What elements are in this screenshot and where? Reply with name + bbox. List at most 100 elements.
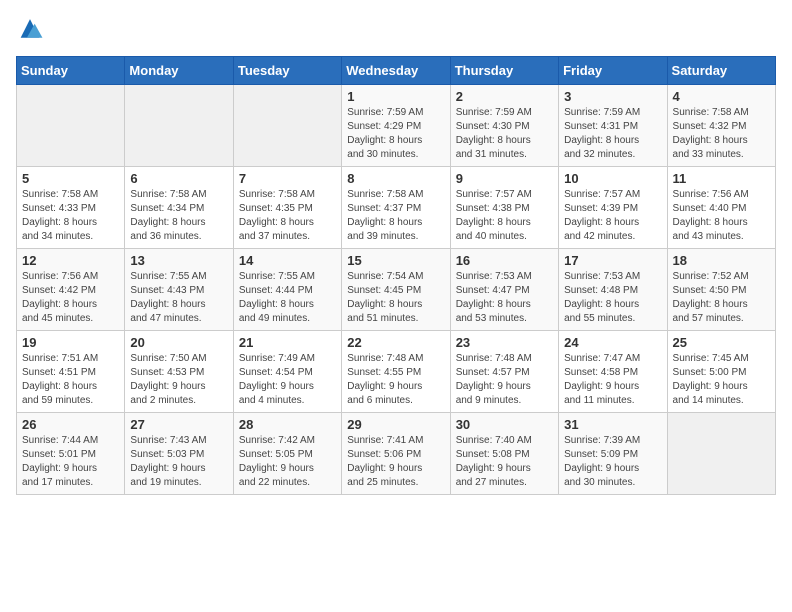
- calendar-cell: 8 Sunrise: 7:58 AM Sunset: 4:37 PM Daylig…: [342, 167, 450, 249]
- day-number: 15: [347, 253, 444, 268]
- day-info: Sunrise: 7:58 AM Sunset: 4:34 PM Dayligh…: [130, 188, 227, 244]
- calendar-cell: 25 Sunrise: 7:45 AM Sunset: 5:00 PM Dayli…: [667, 331, 775, 413]
- calendar-cell: 4 Sunrise: 7:58 AM Sunset: 4:32 PM Daylig…: [667, 85, 775, 167]
- day-info: Sunrise: 7:51 AM Sunset: 4:51 PM Dayligh…: [22, 352, 119, 408]
- day-number: 6: [130, 171, 227, 186]
- week-row-3: 19 Sunrise: 7:51 AM Sunset: 4:51 PM Dayli…: [17, 331, 776, 413]
- day-info: Sunrise: 7:56 AM Sunset: 4:42 PM Dayligh…: [22, 270, 119, 326]
- day-number: 1: [347, 89, 444, 104]
- calendar-cell: 17 Sunrise: 7:53 AM Sunset: 4:48 PM Dayli…: [559, 249, 667, 331]
- day-info: Sunrise: 7:50 AM Sunset: 4:53 PM Dayligh…: [130, 352, 227, 408]
- header-monday: Monday: [125, 57, 233, 85]
- day-info: Sunrise: 7:58 AM Sunset: 4:32 PM Dayligh…: [673, 106, 770, 162]
- day-info: Sunrise: 7:52 AM Sunset: 4:50 PM Dayligh…: [673, 270, 770, 326]
- day-info: Sunrise: 7:58 AM Sunset: 4:37 PM Dayligh…: [347, 188, 444, 244]
- day-info: Sunrise: 7:47 AM Sunset: 4:58 PM Dayligh…: [564, 352, 661, 408]
- day-number: 18: [673, 253, 770, 268]
- day-info: Sunrise: 7:53 AM Sunset: 4:48 PM Dayligh…: [564, 270, 661, 326]
- calendar-cell: [233, 85, 341, 167]
- header-thursday: Thursday: [450, 57, 558, 85]
- day-number: 29: [347, 417, 444, 432]
- calendar-cell: 18 Sunrise: 7:52 AM Sunset: 4:50 PM Dayli…: [667, 249, 775, 331]
- day-number: 13: [130, 253, 227, 268]
- logo-icon: [16, 16, 44, 44]
- calendar-header: SundayMondayTuesdayWednesdayThursdayFrid…: [17, 57, 776, 85]
- header-tuesday: Tuesday: [233, 57, 341, 85]
- calendar-cell: 6 Sunrise: 7:58 AM Sunset: 4:34 PM Daylig…: [125, 167, 233, 249]
- day-info: Sunrise: 7:58 AM Sunset: 4:33 PM Dayligh…: [22, 188, 119, 244]
- day-number: 23: [456, 335, 553, 350]
- day-info: Sunrise: 7:57 AM Sunset: 4:38 PM Dayligh…: [456, 188, 553, 244]
- day-number: 3: [564, 89, 661, 104]
- calendar-cell: [17, 85, 125, 167]
- day-info: Sunrise: 7:44 AM Sunset: 5:01 PM Dayligh…: [22, 434, 119, 490]
- day-number: 9: [456, 171, 553, 186]
- calendar-cell: 9 Sunrise: 7:57 AM Sunset: 4:38 PM Daylig…: [450, 167, 558, 249]
- calendar-cell: 21Sunrise: 7:49 AM Sunset: 4:54 PM Dayli…: [233, 331, 341, 413]
- calendar-cell: 15Sunrise: 7:54 AM Sunset: 4:45 PM Dayli…: [342, 249, 450, 331]
- calendar-cell: 26 Sunrise: 7:44 AM Sunset: 5:01 PM Dayli…: [17, 413, 125, 495]
- calendar-cell: [667, 413, 775, 495]
- calendar-cell: [125, 85, 233, 167]
- day-number: 26: [22, 417, 119, 432]
- day-info: Sunrise: 7:40 AM Sunset: 5:08 PM Dayligh…: [456, 434, 553, 490]
- header-sunday: Sunday: [17, 57, 125, 85]
- calendar-cell: 27 Sunrise: 7:43 AM Sunset: 5:03 PM Dayli…: [125, 413, 233, 495]
- day-info: Sunrise: 7:42 AM Sunset: 5:05 PM Dayligh…: [239, 434, 336, 490]
- day-info: Sunrise: 7:43 AM Sunset: 5:03 PM Dayligh…: [130, 434, 227, 490]
- calendar-cell: 7Sunrise: 7:58 AM Sunset: 4:35 PM Daylig…: [233, 167, 341, 249]
- calendar-cell: 2Sunrise: 7:59 AM Sunset: 4:30 PM Daylig…: [450, 85, 558, 167]
- day-number: 7: [239, 171, 336, 186]
- day-number: 17: [564, 253, 661, 268]
- day-info: Sunrise: 7:59 AM Sunset: 4:31 PM Dayligh…: [564, 106, 661, 162]
- day-number: 27: [130, 417, 227, 432]
- day-number: 30: [456, 417, 553, 432]
- week-row-4: 26 Sunrise: 7:44 AM Sunset: 5:01 PM Dayli…: [17, 413, 776, 495]
- day-number: 19: [22, 335, 119, 350]
- calendar-cell: 10Sunrise: 7:57 AM Sunset: 4:39 PM Dayli…: [559, 167, 667, 249]
- calendar-cell: 31 Sunrise: 7:39 AM Sunset: 5:09 PM Dayli…: [559, 413, 667, 495]
- calendar-cell: 24 Sunrise: 7:47 AM Sunset: 4:58 PM Dayli…: [559, 331, 667, 413]
- calendar-cell: 16 Sunrise: 7:53 AM Sunset: 4:47 PM Dayli…: [450, 249, 558, 331]
- calendar-table: SundayMondayTuesdayWednesdayThursdayFrid…: [16, 56, 776, 495]
- calendar-cell: 19 Sunrise: 7:51 AM Sunset: 4:51 PM Dayli…: [17, 331, 125, 413]
- day-info: Sunrise: 7:56 AM Sunset: 4:40 PM Dayligh…: [673, 188, 770, 244]
- day-info: Sunrise: 7:55 AM Sunset: 4:44 PM Dayligh…: [239, 270, 336, 326]
- calendar-cell: 20 Sunrise: 7:50 AM Sunset: 4:53 PM Dayli…: [125, 331, 233, 413]
- calendar-cell: 5Sunrise: 7:58 AM Sunset: 4:33 PM Daylig…: [17, 167, 125, 249]
- day-info: Sunrise: 7:48 AM Sunset: 4:55 PM Dayligh…: [347, 352, 444, 408]
- day-number: 24: [564, 335, 661, 350]
- day-number: 25: [673, 335, 770, 350]
- day-info: Sunrise: 7:45 AM Sunset: 5:00 PM Dayligh…: [673, 352, 770, 408]
- day-info: Sunrise: 7:49 AM Sunset: 4:54 PM Dayligh…: [239, 352, 336, 408]
- logo: [16, 16, 48, 44]
- day-number: 28: [239, 417, 336, 432]
- day-number: 12: [22, 253, 119, 268]
- calendar-cell: 30 Sunrise: 7:40 AM Sunset: 5:08 PM Dayli…: [450, 413, 558, 495]
- calendar-cell: 13 Sunrise: 7:55 AM Sunset: 4:43 PM Dayli…: [125, 249, 233, 331]
- day-number: 16: [456, 253, 553, 268]
- calendar-cell: 14Sunrise: 7:55 AM Sunset: 4:44 PM Dayli…: [233, 249, 341, 331]
- day-info: Sunrise: 7:55 AM Sunset: 4:43 PM Dayligh…: [130, 270, 227, 326]
- day-number: 22: [347, 335, 444, 350]
- header-row: SundayMondayTuesdayWednesdayThursdayFrid…: [17, 57, 776, 85]
- day-number: 20: [130, 335, 227, 350]
- calendar-cell: 1Sunrise: 7:59 AM Sunset: 4:29 PM Daylig…: [342, 85, 450, 167]
- day-number: 8: [347, 171, 444, 186]
- day-info: Sunrise: 7:41 AM Sunset: 5:06 PM Dayligh…: [347, 434, 444, 490]
- day-number: 31: [564, 417, 661, 432]
- day-info: Sunrise: 7:57 AM Sunset: 4:39 PM Dayligh…: [564, 188, 661, 244]
- day-number: 4: [673, 89, 770, 104]
- day-info: Sunrise: 7:53 AM Sunset: 4:47 PM Dayligh…: [456, 270, 553, 326]
- calendar-cell: 29 Sunrise: 7:41 AM Sunset: 5:06 PM Dayli…: [342, 413, 450, 495]
- week-row-2: 12 Sunrise: 7:56 AM Sunset: 4:42 PM Dayli…: [17, 249, 776, 331]
- week-row-1: 5Sunrise: 7:58 AM Sunset: 4:33 PM Daylig…: [17, 167, 776, 249]
- calendar-cell: 28 Sunrise: 7:42 AM Sunset: 5:05 PM Dayli…: [233, 413, 341, 495]
- day-number: 2: [456, 89, 553, 104]
- calendar-cell: 11 Sunrise: 7:56 AM Sunset: 4:40 PM Dayli…: [667, 167, 775, 249]
- day-info: Sunrise: 7:39 AM Sunset: 5:09 PM Dayligh…: [564, 434, 661, 490]
- calendar-cell: 22 Sunrise: 7:48 AM Sunset: 4:55 PM Dayli…: [342, 331, 450, 413]
- day-number: 11: [673, 171, 770, 186]
- page-header: [16, 16, 776, 44]
- day-info: Sunrise: 7:48 AM Sunset: 4:57 PM Dayligh…: [456, 352, 553, 408]
